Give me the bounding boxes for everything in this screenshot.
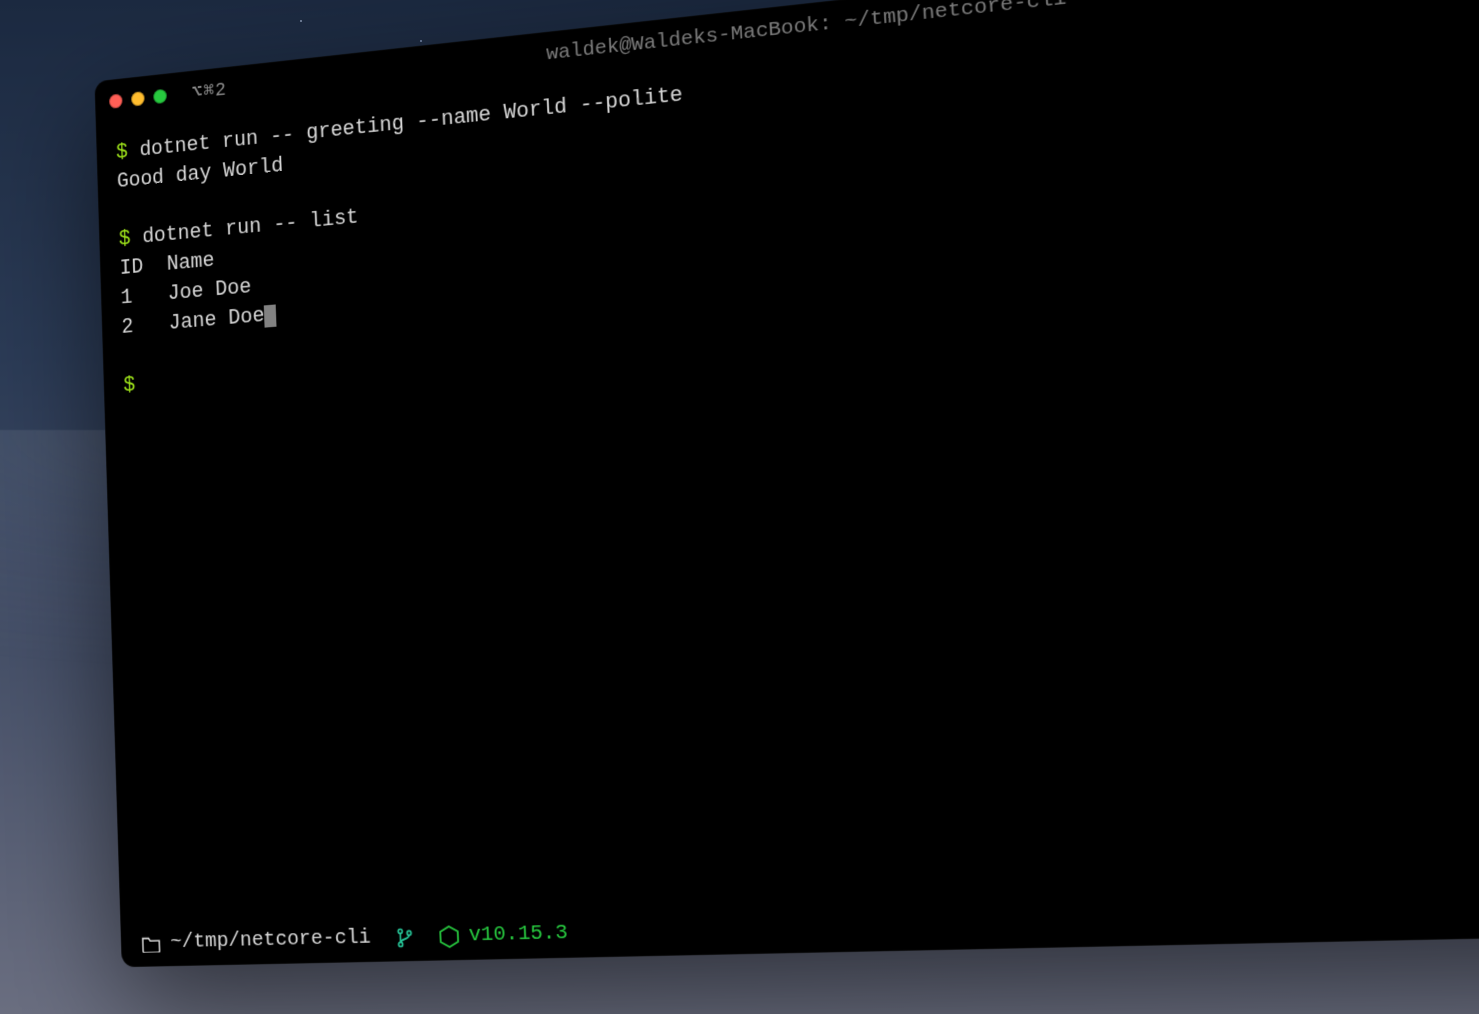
status-node-segment: v10.15.3 <box>439 922 568 949</box>
status-cwd-segment: ~/tmp/netcore-cli <box>141 926 371 954</box>
prompt-symbol: $ <box>116 139 140 165</box>
folder-icon <box>141 934 162 952</box>
branch-icon <box>395 926 415 949</box>
output-text: ID Name <box>119 248 214 280</box>
close-window-button[interactable] <box>109 93 123 108</box>
status-git-segment <box>395 926 415 949</box>
prompt-symbol: $ <box>123 372 147 398</box>
inline-cursor <box>264 304 276 327</box>
traffic-lights <box>109 88 167 108</box>
zoom-window-button[interactable] <box>153 88 167 104</box>
prompt-symbol: $ <box>118 226 142 252</box>
tab-shortcut-hint: ⌥⌘2 <box>191 76 227 104</box>
minimize-window-button[interactable] <box>131 91 145 106</box>
hexagon-icon <box>439 925 459 948</box>
terminal-window: ⌥⌘2 waldek@Waldeks-MacBook: ~/tmp/netcor… <box>94 0 1479 967</box>
status-cwd-text: ~/tmp/netcore-cli <box>170 926 371 954</box>
terminal-output-area[interactable]: $ dotnet run -- greeting --name World --… <box>96 0 1479 920</box>
status-node-version: v10.15.3 <box>468 922 568 948</box>
